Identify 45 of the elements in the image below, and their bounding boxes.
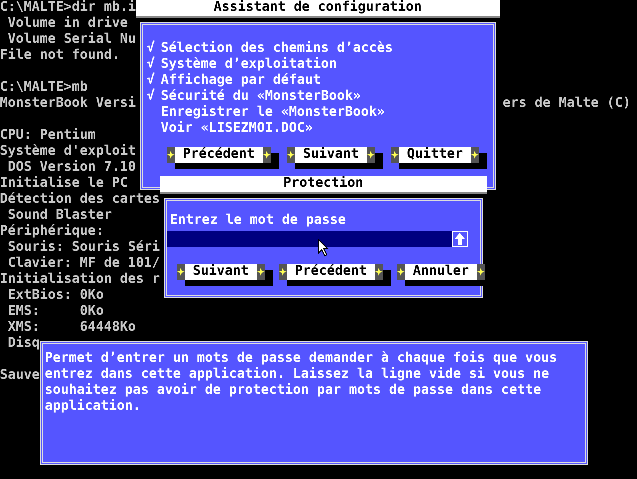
console-line: Volume Serial Nu <box>7 32 136 48</box>
console-line: Sound Blaster <box>7 208 112 224</box>
console-line: Initialise le PC <box>0 176 128 192</box>
menu-item[interactable]: Voir «LISEZMOI.DOC» <box>159 121 314 137</box>
menu-item[interactable]: Système d’exploitation <box>159 57 338 73</box>
console-line: Sauve <box>0 368 40 384</box>
console-line: Disq <box>7 336 40 352</box>
console-line: DOS Version 7.10 <box>7 160 136 176</box>
console-line: MonsterBook Versi <box>0 96 136 112</box>
help-text: Permet d’entrer un mots de passe demander à chaque fois que vous entrez dans cette application. Laissez la ligne vide si vous ne souhaitez pas avoir de protection par mots de passe dans cette application. <box>45 351 558 415</box>
window-title: Protection <box>160 176 487 194</box>
window-title: Assistant de configuration <box>136 0 500 18</box>
console-line: ExtBios: 0Ko <box>7 288 104 304</box>
console-line: File not found. <box>0 48 120 64</box>
prompt-label: Entrez le mot de passe <box>170 213 348 229</box>
console-line: Initialisation des r <box>0 272 160 288</box>
check-mark: √ <box>146 41 156 56</box>
console-line: Détection des cartes <box>0 192 160 208</box>
console-line: C:\MALTE>mb <box>0 80 88 96</box>
dialog-button[interactable]: Suivant <box>295 147 368 163</box>
check-mark: √ <box>146 57 156 72</box>
password-field[interactable] <box>167 231 468 247</box>
mouse-pointer-icon <box>318 239 330 257</box>
console-line: ers de Malte (C) <box>502 96 632 112</box>
menu-item[interactable]: Affichage par défaut <box>159 73 322 89</box>
dialog-button[interactable]: Quitter <box>399 147 472 163</box>
console-line: Périphérique: <box>0 224 104 240</box>
menu-item[interactable]: Sélection des chemins d’accès <box>159 41 394 57</box>
dialog-button[interactable]: Suivant <box>185 264 258 280</box>
console-line: Clavier: MF de 101/ <box>7 256 160 272</box>
console-line: Système d'exploit <box>0 144 136 160</box>
dialog-button[interactable]: Annuler <box>405 264 478 280</box>
dialog-button[interactable]: Précédent <box>287 264 376 280</box>
console-line: Souris: Souris Séri <box>7 240 160 256</box>
console-line: EMS: 0Ko <box>7 304 104 320</box>
console-line: XMS: 64448Ko <box>7 320 136 336</box>
menu-item[interactable]: Enregistrer le «MonsterBook» <box>159 105 386 121</box>
dialog-button[interactable]: Précédent <box>175 147 264 163</box>
console-line: C:\MALTE>dir mb.i <box>0 0 136 16</box>
console-line: Volume in drive <box>7 16 128 32</box>
check-mark: √ <box>146 73 156 88</box>
arrow-up-icon[interactable] <box>452 231 468 247</box>
console-line: CPU: Pentium <box>0 128 96 144</box>
menu-item[interactable]: Sécurité du «MonsterBook» <box>159 89 362 105</box>
check-mark: √ <box>146 89 156 105</box>
